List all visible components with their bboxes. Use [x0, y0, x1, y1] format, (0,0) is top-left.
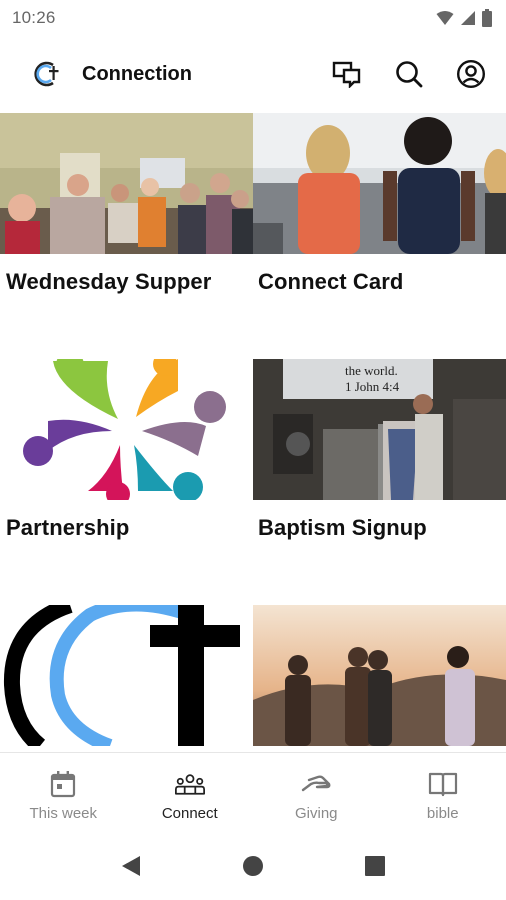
- home-button[interactable]: [233, 846, 273, 886]
- calendar-icon: [48, 769, 78, 799]
- card-connect-card[interactable]: Connect Card: [253, 113, 506, 359]
- search-icon: [396, 61, 423, 88]
- status-icons: [436, 9, 492, 27]
- card-church-logo[interactable]: [0, 605, 253, 749]
- card-title: Wednesday Supper: [6, 269, 212, 294]
- app-actions: [330, 57, 488, 91]
- nav-label: Connect: [161, 805, 218, 822]
- card-baptism-signup[interactable]: the world. 1 John 4:4 Baptism Signup: [253, 359, 506, 605]
- status-bar: 10:26: [0, 0, 506, 36]
- search-button[interactable]: [392, 57, 426, 91]
- baptism-slide-line2: 1 John 4:4: [345, 379, 400, 394]
- card-sunset-group[interactable]: [253, 605, 506, 749]
- card-wednesday-supper[interactable]: Wednesday Supper: [0, 113, 253, 359]
- sunset-group-image: [253, 605, 506, 746]
- nav-label: This week: [29, 805, 98, 822]
- back-button[interactable]: [111, 846, 151, 886]
- nav-item-connect[interactable]: Connect: [127, 753, 254, 832]
- nav-item-this-week[interactable]: This week: [0, 753, 127, 832]
- status-time: 10:26: [12, 8, 56, 27]
- card-title: Partnership: [6, 515, 130, 540]
- nav-item-giving[interactable]: Giving: [253, 753, 380, 832]
- partnership-logo-image: [0, 359, 253, 500]
- card-grid: Wednesday Supper Connect Card Partnershi…: [0, 113, 506, 749]
- wifi-icon: [436, 11, 454, 25]
- app-bar: Connection: [0, 40, 506, 108]
- connect-card-image: [253, 113, 506, 254]
- bottom-nav: This week Connect Giving bible: [0, 752, 506, 832]
- people-icon: [174, 769, 205, 799]
- back-triangle-icon: [122, 856, 140, 876]
- baptism-signup-image: the world. 1 John 4:4: [253, 359, 506, 500]
- chat-icon: [332, 61, 361, 88]
- giving-hand-icon: [301, 769, 331, 799]
- home-circle-icon: [243, 856, 263, 876]
- book-icon: [428, 769, 458, 799]
- baptism-slide-line1: the world.: [345, 363, 398, 378]
- nav-item-bible[interactable]: bible: [380, 753, 506, 832]
- account-circle-icon: [456, 59, 486, 89]
- recents-square-icon: [365, 856, 385, 876]
- page-title: Connection: [82, 62, 192, 85]
- nav-label: bible: [426, 805, 459, 822]
- nav-label: Giving: [294, 805, 338, 822]
- wednesday-supper-image: [0, 113, 253, 254]
- recents-button[interactable]: [355, 846, 395, 886]
- system-nav-bar: [0, 832, 506, 900]
- card-partnership[interactable]: Partnership: [0, 359, 253, 605]
- account-button[interactable]: [454, 57, 488, 91]
- chat-button[interactable]: [330, 57, 364, 91]
- church-logo-icon[interactable]: [30, 57, 64, 91]
- battery-icon: [482, 9, 492, 27]
- card-title: Connect Card: [258, 269, 404, 294]
- card-title: Baptism Signup: [258, 515, 427, 540]
- church-logo-image: [0, 605, 253, 746]
- signal-icon: [461, 11, 475, 25]
